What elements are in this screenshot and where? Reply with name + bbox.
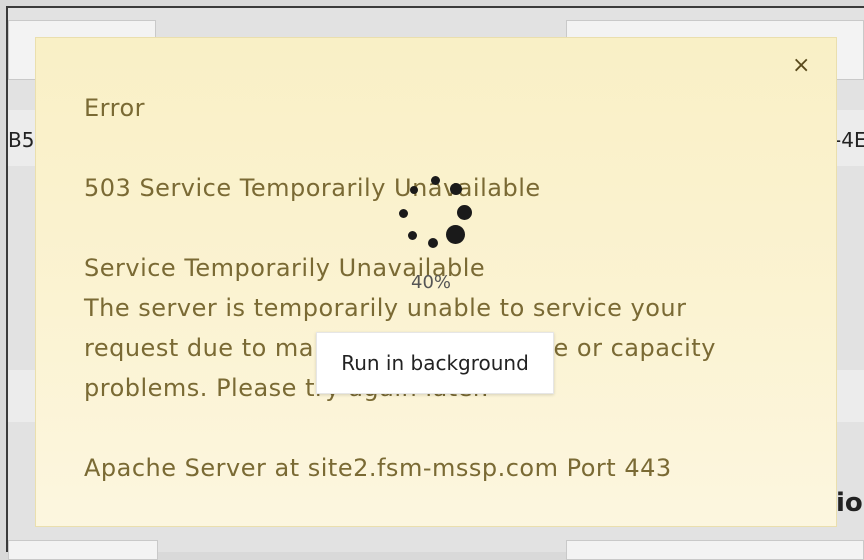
spinner-dot	[450, 183, 462, 195]
spinner-dot	[399, 209, 408, 218]
server-info: Apache Server at site2.fsm-mssp.com Port…	[84, 454, 672, 482]
bg-text-right: -4E	[834, 128, 864, 152]
bg-panel-bottom-right	[566, 540, 864, 560]
bg-text-left: B5	[8, 128, 35, 152]
run-in-background-label: Run in background	[341, 351, 529, 375]
spinner-dot	[408, 231, 417, 240]
status-heading: 503 Service Temporarily Unavailable	[84, 174, 541, 202]
spinner-dot	[446, 225, 465, 244]
dialog-title: Error	[84, 94, 145, 122]
bg-text-bottom-right: ior	[836, 488, 864, 518]
message-line-1: The server is temporarily unable to serv…	[84, 294, 687, 322]
run-in-background-button[interactable]: Run in background	[316, 332, 554, 394]
close-icon[interactable]: ×	[792, 55, 810, 77]
bg-panel-bottom	[8, 540, 158, 560]
spinner-dot	[431, 176, 440, 185]
spinner-dot	[428, 238, 438, 248]
spinner-dot	[457, 205, 472, 220]
spinner-dot	[410, 186, 418, 194]
progress-percent: 40%	[411, 272, 452, 293]
